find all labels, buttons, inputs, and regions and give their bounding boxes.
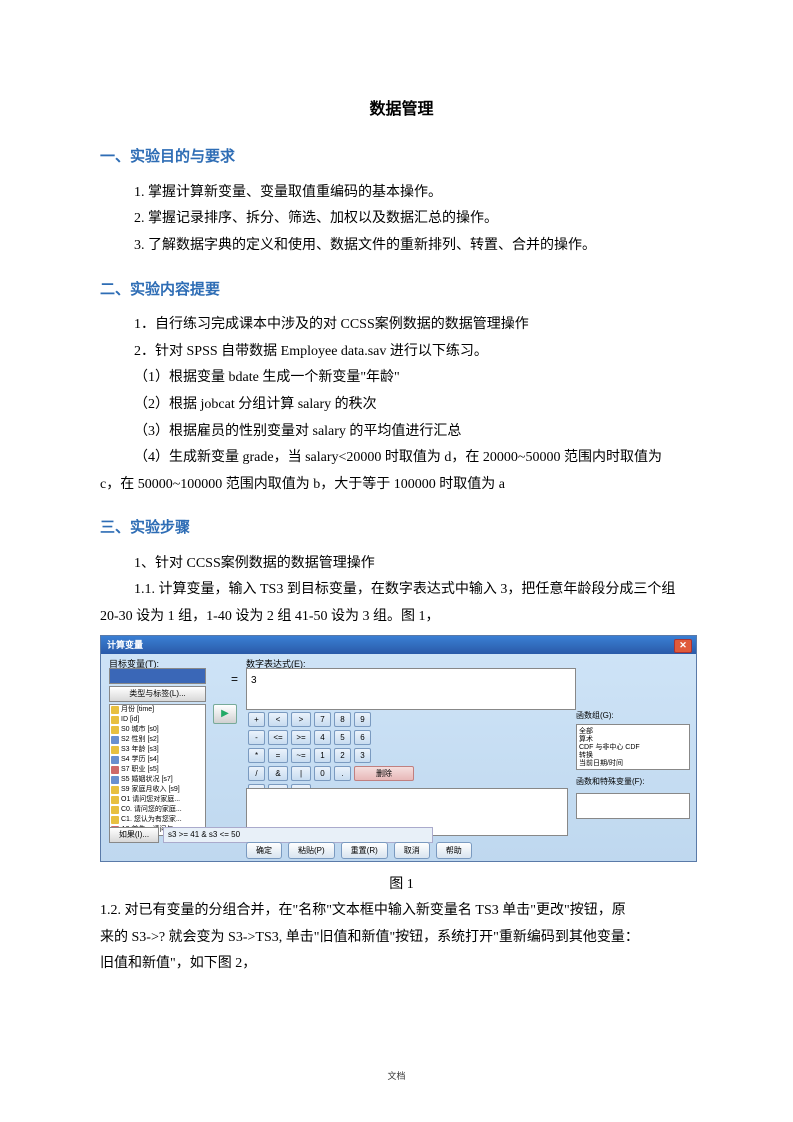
- cancel-button[interactable]: 取消: [394, 842, 430, 859]
- list-item[interactable]: CDF 与非中心 CDF: [577, 741, 689, 749]
- equals-sign: =: [231, 668, 238, 691]
- sec2-item6: （4）生成新变量 grade，当 salary<20000 时取值为 d，在 2…: [134, 445, 703, 472]
- calc-key[interactable]: +: [248, 712, 265, 727]
- function-special-list[interactable]: [576, 793, 690, 819]
- dialog-title-text: 计算变量: [107, 637, 143, 654]
- sec3-line3: 20-30 设为 1 组，1-40 设为 2 组 41-50 设为 3 组。图 …: [100, 604, 703, 631]
- function-group-label: 函数组(G):: [576, 708, 688, 723]
- compute-variable-dialog: 计算变量 ✕ 目标变量(T): 类型与标签(L)... 月份 [time] ID…: [100, 635, 697, 862]
- section2-header: 二、实验内容提要: [100, 276, 703, 305]
- list-item[interactable]: 全部: [577, 725, 689, 733]
- calc-key[interactable]: -: [248, 730, 265, 745]
- calc-key[interactable]: 6: [354, 730, 371, 745]
- variable-list[interactable]: 月份 [time] ID [id] S0 城市 [s0] S2 性别 [s2] …: [109, 704, 206, 836]
- calc-key[interactable]: 3: [354, 748, 371, 763]
- calc-key[interactable]: =: [268, 748, 288, 763]
- calc-key[interactable]: *: [248, 748, 265, 763]
- calc-key[interactable]: >=: [291, 730, 311, 745]
- calc-key[interactable]: 7: [314, 712, 331, 727]
- ok-button[interactable]: 确定: [246, 842, 282, 859]
- calc-key[interactable]: ~=: [291, 748, 311, 763]
- list-item[interactable]: 当前日期/时间: [577, 757, 689, 765]
- calc-key[interactable]: .: [334, 766, 351, 781]
- sec1-item3: 3. 了解数据字典的定义和使用、数据文件的重新排列、转置、合并的操作。: [134, 233, 703, 260]
- calc-key[interactable]: 5: [334, 730, 351, 745]
- reset-button[interactable]: 重置(R): [341, 842, 388, 859]
- function-group-list[interactable]: 全部 算术 CDF 与非中心 CDF 转换 当前日期/时间: [576, 724, 690, 770]
- calc-delete-key[interactable]: 删除: [354, 766, 414, 781]
- section1-header: 一、实验目的与要求: [100, 143, 703, 172]
- calc-key[interactable]: |: [291, 766, 311, 781]
- sec2-item1: 1．自行练习完成课本中涉及的对 CCSS案例数据的数据管理操作: [134, 312, 703, 339]
- calc-key[interactable]: <=: [268, 730, 288, 745]
- paste-button[interactable]: 粘贴(P): [288, 842, 335, 859]
- arrow-right-icon: ▶: [221, 704, 229, 723]
- calc-key[interactable]: >: [291, 712, 311, 727]
- calc-key[interactable]: 1: [314, 748, 331, 763]
- close-icon[interactable]: ✕: [674, 639, 692, 653]
- calc-key[interactable]: &: [268, 766, 288, 781]
- sec3-line1: 1、针对 CCSS案例数据的数据管理操作: [100, 551, 703, 578]
- if-expression-display: s3 >= 41 & s3 <= 50: [163, 827, 433, 843]
- expression-input[interactable]: 3: [246, 668, 576, 710]
- help-button[interactable]: 帮助: [436, 842, 472, 859]
- move-right-button[interactable]: ▶: [213, 704, 237, 724]
- list-item[interactable]: 算术: [577, 733, 689, 741]
- calc-key[interactable]: 0: [314, 766, 331, 781]
- sec2-tail: c，在 50000~100000 范围内取值为 b，大于等于 100000 时取…: [100, 472, 703, 499]
- function-special-label: 函数和特殊变量(F):: [576, 774, 688, 789]
- dialog-button-row: 确定 粘贴(P) 重置(R) 取消 帮助: [246, 842, 472, 859]
- figure1-caption: 图 1: [100, 872, 703, 899]
- calc-key[interactable]: <: [268, 712, 288, 727]
- sec1-item1: 1. 掌握计算新变量、变量取值重编码的基本操作。: [134, 180, 703, 207]
- para-1-2-b: 来的 S3->? 就会变为 S3->TS3, 单击"旧值和新值"按钮，系统打开"…: [100, 925, 703, 952]
- sec2-item2: 2．针对 SPSS 自带数据 Employee data.sav 进行以下练习。: [134, 339, 703, 366]
- sec1-item2: 2. 掌握记录排序、拆分、筛选、加权以及数据汇总的操作。: [134, 206, 703, 233]
- dialog-titlebar: 计算变量 ✕: [101, 636, 696, 654]
- calc-key[interactable]: 9: [354, 712, 371, 727]
- calc-key[interactable]: 4: [314, 730, 331, 745]
- if-button[interactable]: 如果(I)...: [109, 827, 159, 843]
- sec2-item4: （2）根据 jobcat 分组计算 salary 的秩次: [134, 392, 703, 419]
- page-title: 数据管理: [100, 95, 703, 125]
- calc-key[interactable]: /: [248, 766, 265, 781]
- calc-key[interactable]: 8: [334, 712, 351, 727]
- sec2-item3: （1）根据变量 bdate 生成一个新变量"年龄": [134, 365, 703, 392]
- section3-header: 三、实验步骤: [100, 514, 703, 543]
- para-1-2-a: 1.2. 对已有变量的分组合并，在"名称"文本框中输入新变量名 TS3 单击"更…: [100, 898, 703, 925]
- target-variable-input[interactable]: [109, 668, 206, 684]
- type-label-button[interactable]: 类型与标签(L)...: [109, 686, 206, 702]
- calc-key[interactable]: 2: [334, 748, 351, 763]
- page-footer: 文档: [0, 1069, 793, 1082]
- sec2-item5: （3）根据雇员的性别变量对 salary 的平均值进行汇总: [134, 419, 703, 446]
- para-1-2-c: 旧值和新值"，如下图 2，: [100, 951, 703, 978]
- sec3-line2: 1.1. 计算变量，输入 TS3 到目标变量，在数字表达式中输入 3，把任意年龄…: [100, 577, 703, 604]
